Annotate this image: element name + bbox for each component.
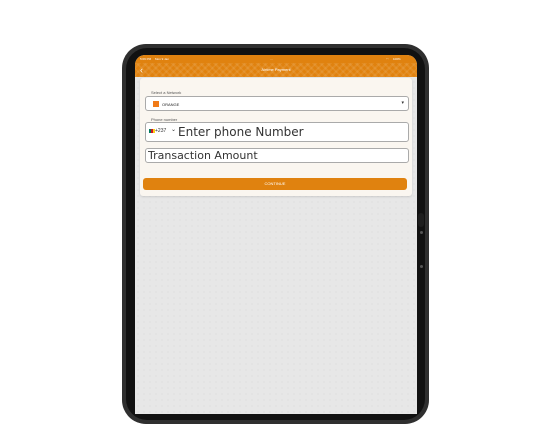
status-signal: ··· <box>270 57 273 61</box>
continue-button[interactable]: CONTINUE <box>143 178 407 190</box>
wifi-icon: ◠ <box>386 57 389 61</box>
sensor-dot <box>420 265 423 268</box>
status-time: 5:09 PM <box>140 57 152 61</box>
status-battery: 100% <box>393 57 401 61</box>
status-date: Mon 9 Jan <box>155 57 170 61</box>
side-button <box>418 213 424 227</box>
amount-field <box>145 148 409 163</box>
country-code[interactable]: +237 <box>155 128 166 134</box>
phone-label: Phone number <box>150 117 179 122</box>
network-select[interactable]: ORANGE ▾ <box>145 96 409 111</box>
status-bar: 5:09 PM Mon 9 Jan ··· ◠ 100% <box>135 55 417 63</box>
phone-field: +237 ⌄ <box>145 122 409 142</box>
network-label: Select a Network <box>150 90 183 95</box>
amount-input[interactable] <box>148 149 403 162</box>
chevron-down-icon[interactable]: ⌄ <box>171 126 176 133</box>
payment-form-card: ORANGE ▾ Select a Network +237 ⌄ Phone n… <box>140 78 412 196</box>
app-screen: 5:09 PM Mon 9 Jan ··· ◠ 100% ‹ Airtime P… <box>135 55 417 414</box>
nav-bar: ‹ Airtime Payment <box>135 63 417 77</box>
phone-input[interactable] <box>178 123 408 141</box>
chevron-down-icon: ▾ <box>401 100 404 106</box>
orange-logo-icon <box>153 101 159 107</box>
page-title: Airtime Payment <box>261 67 291 72</box>
network-selected-value: ORANGE <box>162 102 180 107</box>
camera-dot <box>420 231 423 234</box>
